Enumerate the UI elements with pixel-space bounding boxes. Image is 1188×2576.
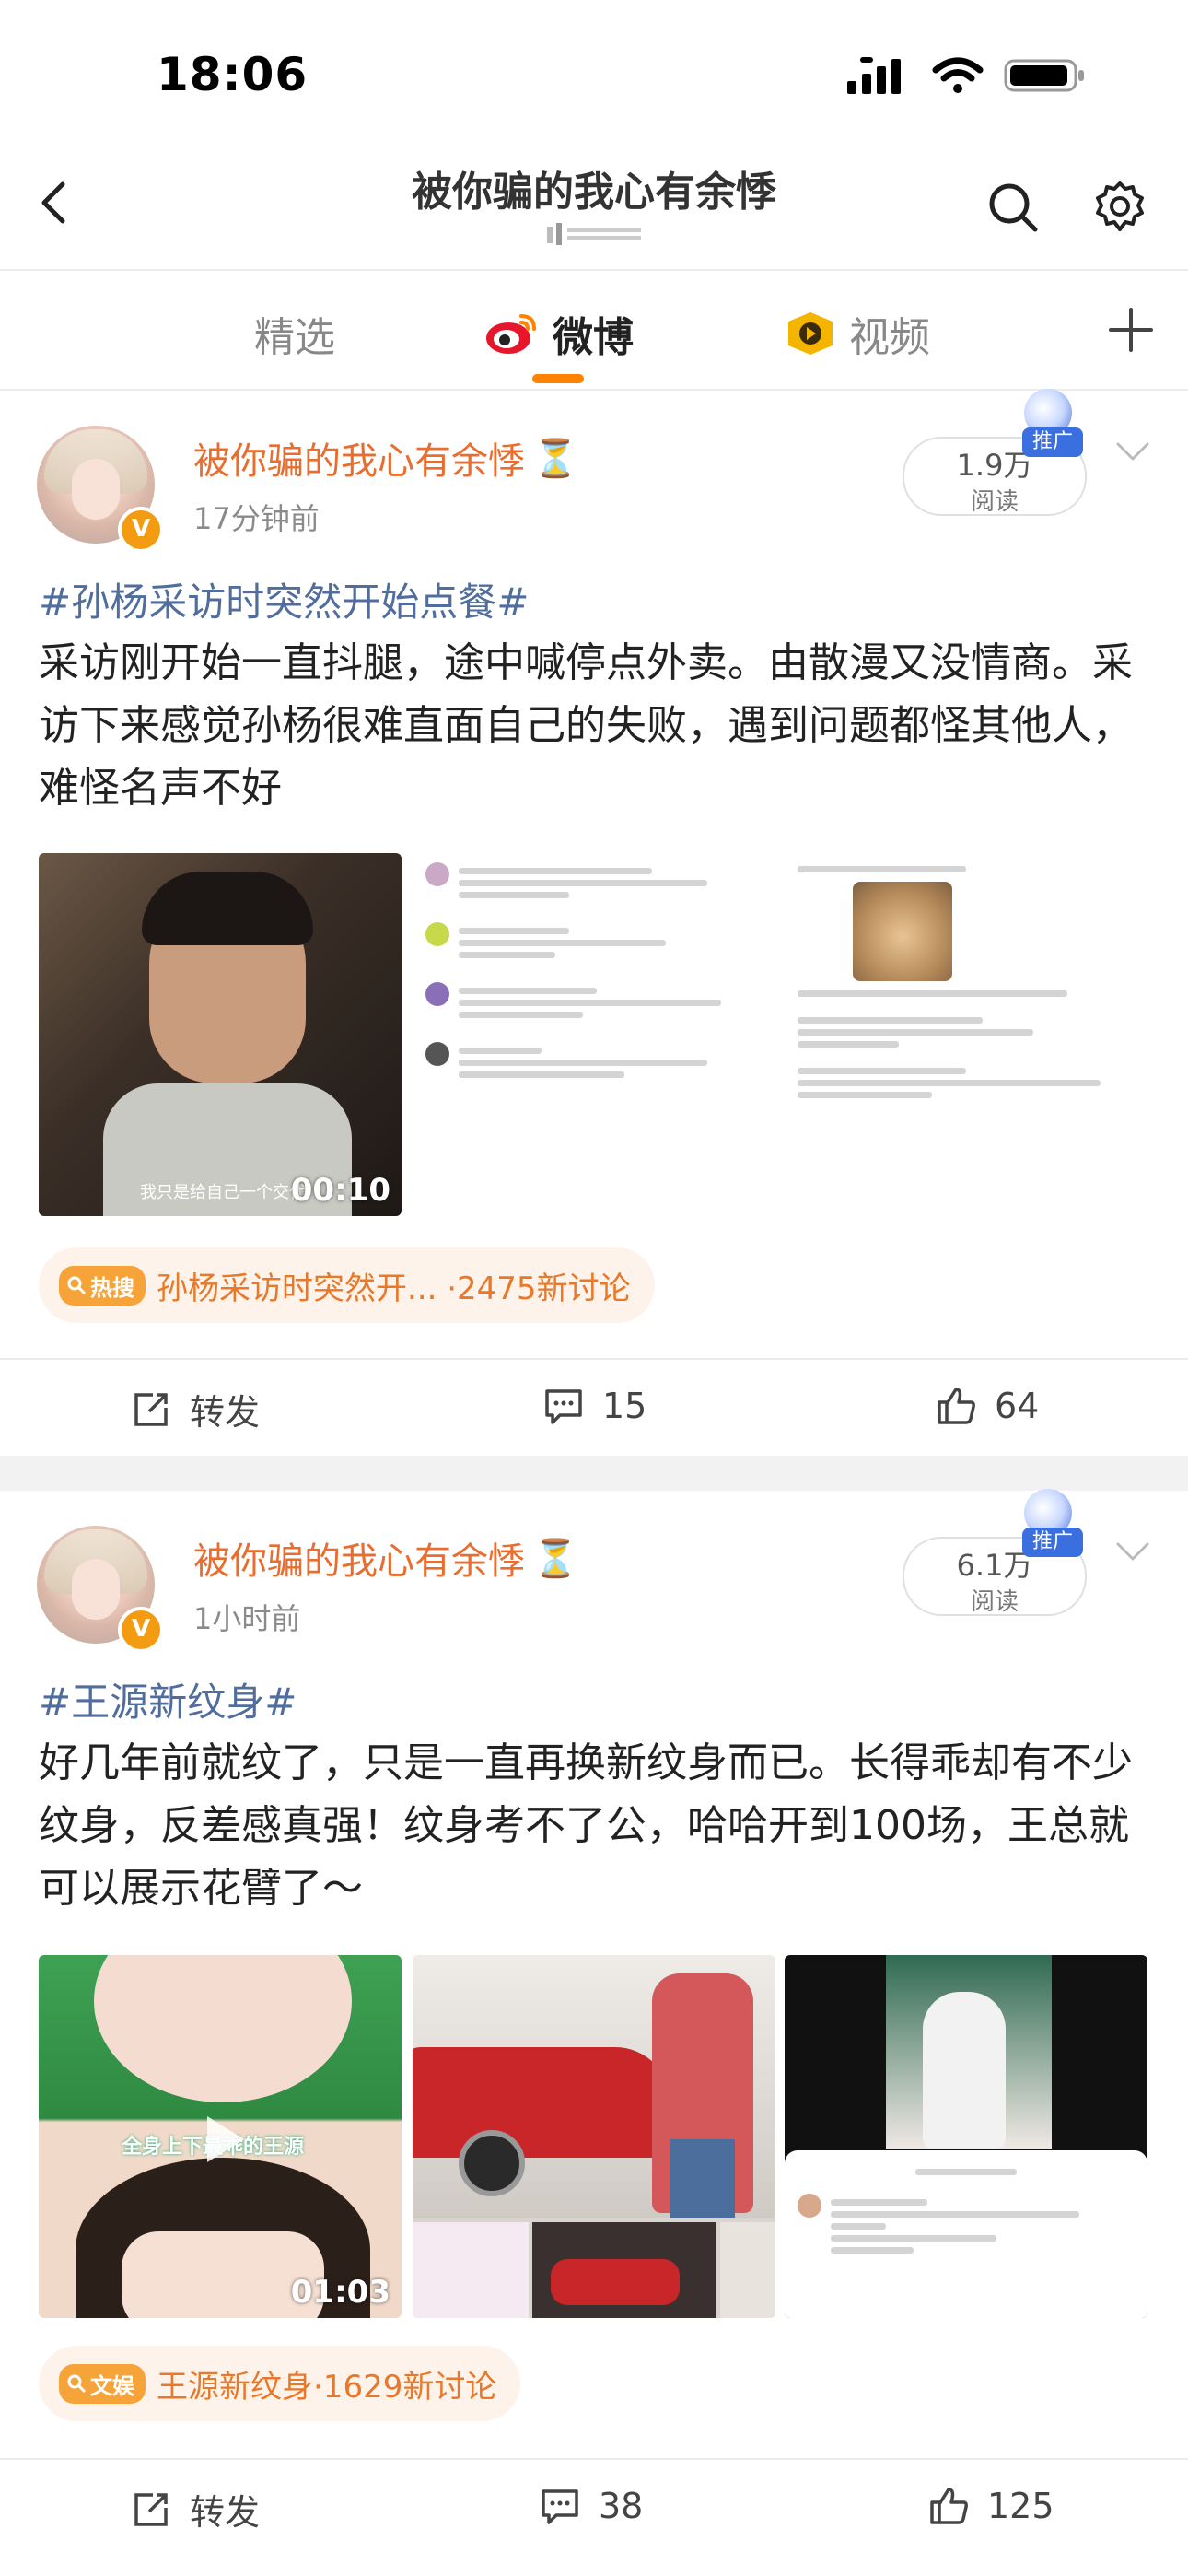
user-name[interactable]: 被你骗的我心有余悸 ⏳ [193, 431, 578, 485]
search-icon[interactable] [985, 180, 1041, 235]
post-image-comments[interactable] [413, 853, 775, 1216]
post-image-car[interactable] [413, 1955, 775, 2318]
thumbs-up-icon [930, 2488, 968, 2524]
repost-icon [134, 1392, 168, 1426]
status-time: 18:06 [157, 48, 309, 101]
post-time: 17分钟前 [193, 501, 320, 536]
post-video-thumbnail[interactable]: 全身上下最乖的王源 01:03 [39, 1955, 402, 2318]
tab-featured[interactable]: 精选 [254, 304, 335, 363]
hourglass-icon: ⏳ [532, 1537, 578, 1580]
trending-text: 王源新纹身·1629新讨论 [157, 2368, 497, 2406]
status-bar: 18:06 [0, 0, 1188, 138]
repost-icon [134, 2492, 168, 2526]
video-duration: 01:03 [290, 2274, 390, 2311]
verified-badge-icon: V [118, 507, 164, 553]
repost-button[interactable]: 转发 [129, 1384, 260, 1434]
tab-weibo[interactable]: 微博 [484, 304, 634, 363]
read-label: 阅读 [970, 488, 1019, 516]
tab-active-indicator [532, 374, 584, 383]
blurred-subtitle-icon [547, 223, 641, 245]
tab-video[interactable]: 视频 [785, 304, 930, 363]
trending-topic-pill[interactable]: 文娱 王源新纹身·1629新讨论 [39, 2346, 521, 2421]
comment-icon [545, 1389, 582, 1424]
hourglass-icon: ⏳ [532, 437, 578, 480]
video-icon [788, 312, 833, 355]
comment-button[interactable]: 38 [538, 2484, 643, 2528]
status-icons [847, 57, 1087, 94]
post-topic[interactable]: #王源新纹身# [39, 1671, 297, 1727]
signal-icon [847, 57, 901, 94]
tab-label: 视频 [849, 314, 930, 361]
play-icon[interactable] [191, 2107, 255, 2172]
trending-tag: 热搜 [59, 1265, 146, 1306]
like-button[interactable]: 125 [926, 2484, 1054, 2528]
thumbs-up-icon [938, 1388, 975, 1424]
post-image-comments[interactable] [785, 853, 1147, 1216]
video-duration: 00:10 [290, 1172, 390, 1209]
weibo-logo-icon [486, 314, 536, 354]
tab-bar: 精选 微博 视频 [0, 271, 1188, 391]
post-video-thumbnail[interactable]: 我只是给自己一个交代 00:10 [39, 853, 402, 1216]
verified-badge-icon: V [118, 1607, 164, 1653]
promo-tag: 推广 [1022, 427, 1083, 457]
nav-bar: 被你骗的我心有余悸 [0, 138, 1188, 271]
repost-button[interactable]: 转发 [129, 2484, 260, 2535]
post-topic[interactable]: #孙杨采访时突然开始点餐# [39, 571, 529, 627]
post-card: V 被你骗的我心有余悸 ⏳ 1小时前 6.1万 阅读 推广 #王源新纹身# 好几年… [0, 1489, 1188, 2576]
trending-tag: 文娱 [59, 2363, 146, 2404]
tab-label: 微博 [553, 314, 634, 361]
trending-topic-pill[interactable]: 热搜 孙杨采访时突然开... ·2475新讨论 [39, 1247, 655, 1323]
battery-icon [1004, 59, 1084, 92]
avatar[interactable]: V [37, 426, 164, 553]
post-image-comments[interactable] [785, 1955, 1147, 2318]
comment-button[interactable]: 15 [542, 1384, 646, 1428]
video-caption: 我只是给自己一个交代 [140, 1183, 306, 1202]
chevron-down-icon[interactable] [1112, 1531, 1153, 1572]
like-button[interactable]: 64 [934, 1384, 1039, 1428]
read-label: 阅读 [970, 1588, 1019, 1616]
gear-icon[interactable] [1092, 180, 1147, 235]
add-tab-icon[interactable] [1105, 304, 1157, 356]
action-bar: 转发 15 64 [0, 1358, 1188, 1461]
user-name[interactable]: 被你骗的我心有余悸 ⏳ [193, 1531, 578, 1585]
search-icon [67, 2374, 87, 2394]
action-bar: 转发 38 125 [0, 2458, 1188, 2561]
tab-label: 精选 [254, 314, 335, 361]
post-time: 1小时前 [193, 1601, 301, 1636]
post-card: V 被你骗的我心有余悸 ⏳ 17分钟前 1.9万 阅读 推广 #孙杨采访时突然开始… [0, 389, 1188, 1456]
post-text: 采访刚开始一直抖腿，途中喊停点外卖。由散漫又没情商。采访下来感觉孙杨很难直面自己… [39, 639, 1133, 812]
post-text: 好几年前就纹了，只是一直再换新纹身而已。长得乖却有不少纹身，反差感真强！纹身考不… [39, 1739, 1133, 1912]
chevron-down-icon[interactable] [1112, 431, 1153, 472]
avatar[interactable]: V [37, 1526, 164, 1653]
trending-text: 孙杨采访时突然开... ·2475新讨论 [157, 1270, 631, 1307]
promo-tag: 推广 [1022, 1528, 1083, 1557]
search-icon [67, 1276, 87, 1295]
wifi-icon [932, 57, 984, 93]
comment-icon [542, 2489, 578, 2524]
